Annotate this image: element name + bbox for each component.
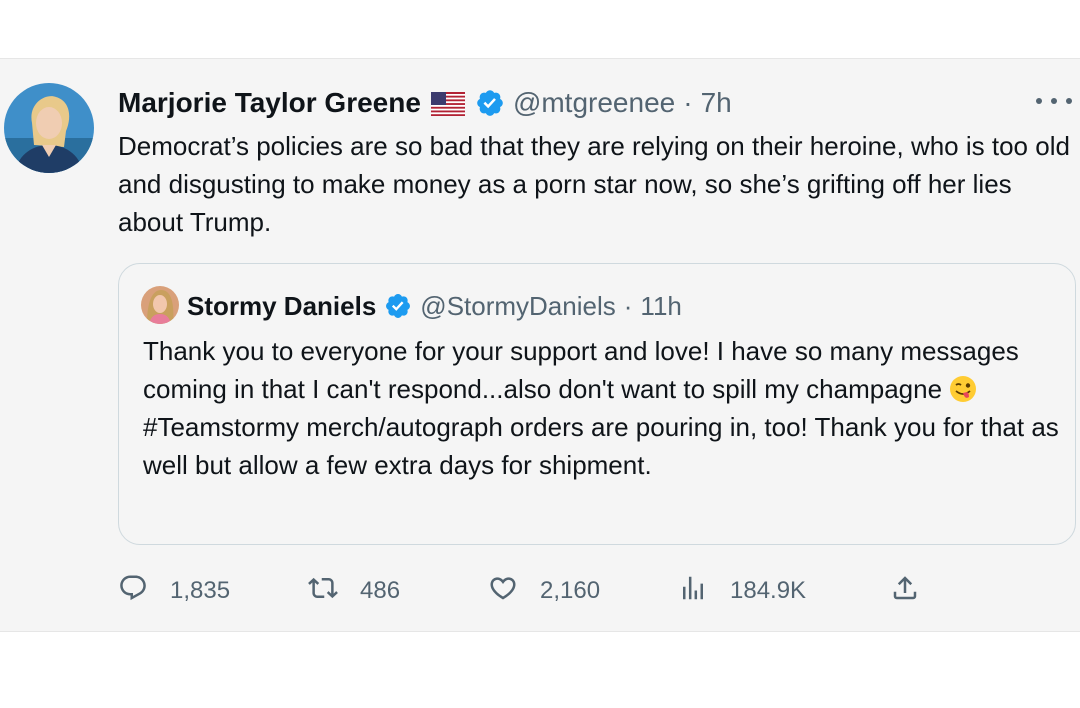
share-upload-icon [890,573,920,610]
quoted-text-part-1: Thank you to everyone for your support a… [143,336,1019,404]
winking-face-with-tongue-emoji [949,375,977,403]
tweet-actions: 1,835 486 2,160 184.9K [118,569,1018,613]
author-name[interactable]: Marjorie Taylor Greene [118,87,421,119]
us-flag-icon [430,91,465,116]
views-button[interactable]: 184.9K [678,569,806,613]
more-options-icon[interactable] [1036,89,1072,113]
tweet-card[interactable]: Marjorie Taylor Greene @mtgreenee · 7h D… [0,58,1080,632]
verified-badge-icon [384,292,412,320]
retweet-count: 486 [360,577,401,604]
view-count: 184.9K [730,577,807,604]
quoted-author-avatar [141,286,179,324]
verified-badge-icon [475,88,505,118]
quoted-tweet[interactable]: Stormy Daniels @StormyDaniels · 11h Than… [118,263,1076,545]
separator-dot: · [623,290,633,321]
quoted-tweet-timestamp[interactable]: 11h [640,291,681,322]
tweet-timestamp[interactable]: 7h [701,87,732,119]
tweet-text: Democrat’s policies are so bad that they… [118,131,1070,237]
quoted-tweet-header: Stormy Daniels @StormyDaniels · 11h [187,288,682,324]
retweet-icon [308,573,338,610]
quoted-author-name[interactable]: Stormy Daniels [187,291,376,322]
quoted-tweet-text: Thank you to everyone for your support a… [143,332,1063,484]
reply-count: 1,835 [170,577,231,604]
reply-icon [118,573,148,610]
views-bar-chart-icon [678,573,708,610]
retweet-button[interactable]: 486 [308,569,400,613]
separator-dot: · [683,87,693,118]
share-button[interactable] [890,569,920,613]
tweet-header: Marjorie Taylor Greene @mtgreenee · 7h [118,85,1080,121]
heart-icon [488,573,518,610]
author-avatar[interactable] [4,83,94,173]
author-handle[interactable]: @mtgreenee [513,87,675,119]
reply-button[interactable]: 1,835 [118,569,230,613]
like-button[interactable]: 2,160 [488,569,600,613]
like-count: 2,160 [540,577,601,604]
quoted-text-part-2: #Teamstormy merch/autograph orders are p… [143,412,1059,480]
quoted-author-handle[interactable]: @StormyDaniels [420,291,615,322]
